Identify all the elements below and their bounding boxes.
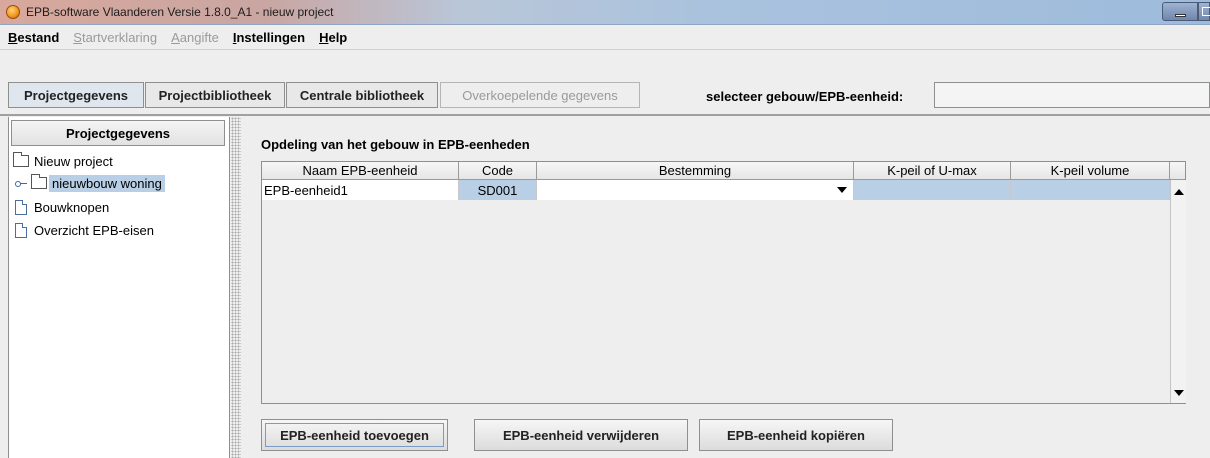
cell-naam[interactable]: EPB-eenheid1 (262, 180, 459, 200)
tab-projectbibliotheek[interactable]: Projectbibliotheek (145, 82, 285, 108)
column-header-kpeil-umax[interactable]: K-peil of U-max (854, 162, 1011, 180)
menu-instellingen[interactable]: Instellingen (233, 30, 305, 45)
main-panel: Opdeling van het gebouw in EPB-eenheden … (242, 117, 1210, 458)
tree-item-bouwknopen[interactable]: Bouwknopen (15, 197, 112, 217)
table-scrollbar[interactable] (1170, 180, 1186, 403)
cell-kpeil-volume[interactable] (1011, 180, 1170, 200)
scroll-down-button[interactable] (1171, 385, 1186, 401)
menu-startverklaring: Startverklaring (73, 29, 158, 45)
project-tree-panel: Projectgegevens Nieuw project nieuwbouw … (8, 117, 230, 458)
arrow-up-icon (1173, 189, 1184, 195)
panel-splitter[interactable] (231, 117, 241, 458)
maximize-button[interactable] (1198, 2, 1210, 21)
document-icon (15, 222, 27, 238)
tree-item-nieuwbouw-woning[interactable]: nieuwbouw woning (15, 173, 165, 193)
tree-item-nieuw-project[interactable]: Nieuw project (13, 151, 116, 171)
building-selector-label: selecteer gebouw/EPB-eenheid: (706, 89, 904, 104)
tab-projectgegevens[interactable]: Projectgegevens (8, 82, 144, 108)
building-selector[interactable] (934, 82, 1210, 108)
tab-overkoepelende-gegevens: Overkoepelende gegevens (440, 82, 640, 108)
arrow-down-icon (1173, 390, 1184, 396)
cell-kpeil-umax[interactable] (854, 180, 1011, 200)
scroll-up-button[interactable] (1171, 184, 1186, 200)
column-header-kpeil-volume[interactable]: K-peil volume (1011, 162, 1170, 180)
tree-expander-icon[interactable] (15, 177, 27, 189)
cell-bestemming-dropdown[interactable] (537, 180, 854, 200)
menu-help[interactable]: Help (319, 30, 347, 45)
column-header-corner (1170, 162, 1185, 180)
column-header-bestemming[interactable]: Bestemming (537, 162, 854, 180)
column-header-naam[interactable]: Naam EPB-eenheid (262, 162, 459, 180)
minimize-button[interactable] (1162, 2, 1198, 21)
window-title: EPB-software Vlaanderen Versie 1.8.0_A1 … (26, 5, 334, 19)
project-tree-header: Projectgegevens (11, 120, 225, 146)
tab-bar: Projectgegevens Projectbibliotheek Centr… (0, 50, 1210, 116)
section-title: Opdeling van het gebouw in EPB-eenheden (261, 137, 530, 152)
cell-code[interactable]: SD001 (459, 180, 537, 200)
column-header-code[interactable]: Code (459, 162, 537, 180)
title-bar: EPB-software Vlaanderen Versie 1.8.0_A1 … (0, 0, 1210, 25)
copy-epb-unit-button[interactable]: EPB-eenheid kopiëren (699, 419, 893, 451)
menu-bar: Bestand Startverklaring Aangifte Instell… (0, 25, 1210, 50)
tree-item-overzicht-epb-eisen[interactable]: Overzicht EPB-eisen (15, 220, 157, 240)
folder-icon (13, 152, 29, 167)
window-controls (1162, 2, 1210, 21)
menu-aangifte: Aangifte (171, 29, 219, 45)
folder-icon (31, 174, 47, 189)
document-icon (15, 199, 27, 215)
tab-content-divider (0, 114, 1210, 116)
add-epb-unit-button[interactable]: EPB-eenheid toevoegen (261, 419, 448, 451)
app-icon (6, 5, 20, 19)
dropdown-arrow-icon[interactable] (837, 187, 847, 193)
tab-centrale-bibliotheek[interactable]: Centrale bibliotheek (286, 82, 438, 108)
epb-units-table: Naam EPB-eenheid Code Bestemming K-peil … (261, 161, 1186, 404)
remove-epb-unit-button[interactable]: EPB-eenheid verwijderen (474, 419, 688, 451)
menu-bestand[interactable]: Bestand (8, 30, 59, 45)
